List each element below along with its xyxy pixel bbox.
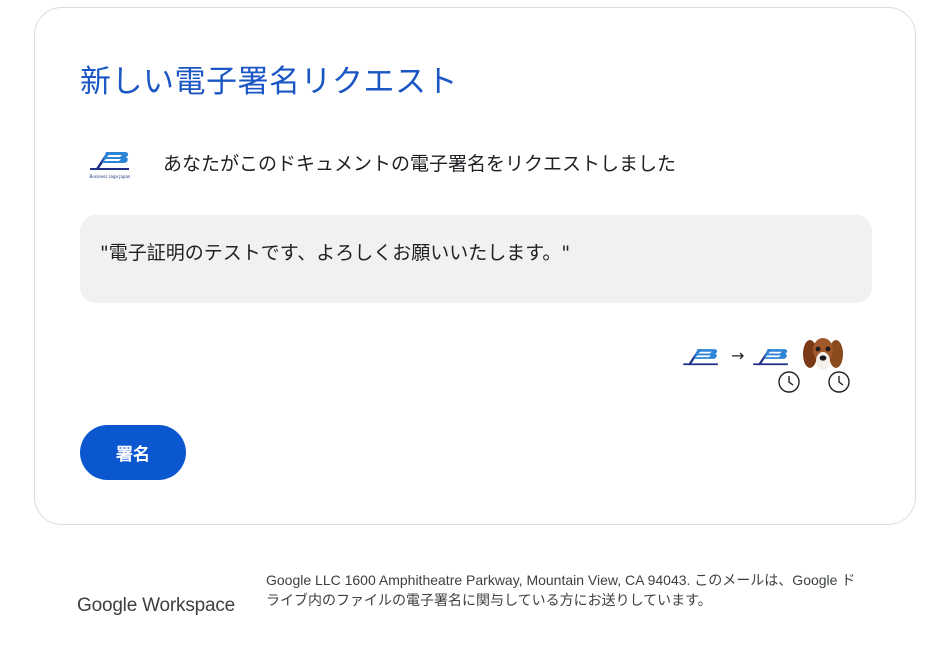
sender-row: Business Logo Japan あなたがこのドキュメントの電子署名をリク… <box>87 144 676 180</box>
sender-message: あなたがこのドキュメントの電子署名をリクエストしました <box>163 152 677 175</box>
business-logo-icon: Business Logo Japan <box>90 152 131 179</box>
request-message-box: "電子証明のテストです、よろしくお願いいたします。" <box>80 215 872 303</box>
google-workspace-logo: Google Workspace <box>77 595 236 616</box>
logo-caption: Business Logo Japan <box>90 174 131 179</box>
clock-icon <box>828 371 850 393</box>
signature-request-card: 新しい電子署名リクエスト Business Logo Japan あなたがこのド… <box>34 7 916 525</box>
request-message: "電子証明のテストです、よろしくお願いいたします。" <box>100 241 571 264</box>
page-title: 新しい電子署名リクエスト <box>80 64 458 100</box>
signing-flow: → <box>680 330 865 393</box>
flow-arrow: → <box>731 346 745 365</box>
signer-logo-icon <box>753 349 788 366</box>
sender-logo-icon <box>683 349 718 366</box>
sign-button[interactable]: 署名 <box>80 425 186 480</box>
footer-legal-text: Google LLC 1600 Amphitheatre Parkway, Mo… <box>266 572 856 608</box>
clock-icon <box>778 371 800 393</box>
